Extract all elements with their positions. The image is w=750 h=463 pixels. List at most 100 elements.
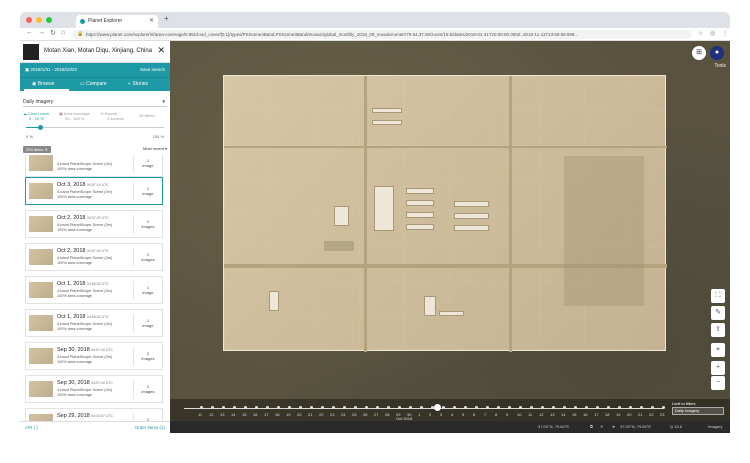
timeline-day-tick[interactable]: [651, 406, 654, 409]
timeline-day-tick[interactable]: [321, 406, 324, 409]
list-item[interactable]: Oct 2, 2018 04:57:40 UTC 4-band PlanetSco…: [25, 243, 163, 271]
window-maximize-button[interactable]: [46, 17, 52, 23]
window-close-button[interactable]: [26, 17, 32, 23]
reload-icon[interactable]: ↻: [50, 29, 56, 37]
list-item[interactable]: Oct 1, 2018 04:56:02 UTC 4-band PlanetSco…: [25, 276, 163, 304]
zoom-in-button[interactable]: +: [711, 361, 725, 375]
timeline-day-tick[interactable]: [662, 406, 665, 409]
timeline-day-tick[interactable]: [233, 406, 236, 409]
timeline-day-tick[interactable]: [332, 406, 335, 409]
timeline-day-tick[interactable]: [277, 406, 280, 409]
item-image-count[interactable]: 2images: [138, 384, 158, 394]
item-image-count[interactable]: 2images: [138, 351, 158, 361]
timeline-bar[interactable]: 11 12 13 14 15 16 17 18 19 20 21 22 23 24 25 26 27 28 29 30…: [170, 399, 730, 421]
timeline-day-tick[interactable]: [640, 406, 643, 409]
list-item[interactable]: Sep 30, 2018 04:57:40 UTC 4-band PlanetSc…: [25, 342, 163, 370]
url-bar[interactable]: 🔒 https://www.planet.com/explorer/#/area…: [72, 30, 692, 39]
timeline-day-tick[interactable]: [618, 406, 621, 409]
map-view[interactable]: ⊞ ● Tools ⛶ ✎ ⇪ ⌖ + −: [170, 41, 730, 433]
cloud-cover-slider[interactable]: [26, 125, 164, 130]
timeline-day-tick[interactable]: [519, 406, 522, 409]
timeline-day-tick[interactable]: [398, 406, 401, 409]
home-icon[interactable]: ⌂: [61, 29, 65, 36]
tab-close-icon[interactable]: ✕: [149, 15, 154, 28]
timeline-day-tick[interactable]: [508, 406, 511, 409]
grid-menu-icon[interactable]: ⊞: [692, 46, 706, 60]
timeline-day-tick[interactable]: [453, 406, 456, 409]
timeline-day-tick[interactable]: [255, 406, 258, 409]
timeline-day-tick[interactable]: [288, 406, 291, 409]
window-minimize-button[interactable]: [36, 17, 42, 23]
timeline-day-tick[interactable]: [563, 406, 566, 409]
item-image-count[interactable]: 1 image: [138, 318, 158, 328]
list-item[interactable]: Sep 29, 2018 04:42:07 UTC4-band PlanetSc…: [25, 408, 163, 421]
timeline-day-tick[interactable]: [222, 406, 225, 409]
timeline-day-tick[interactable]: [541, 406, 544, 409]
list-item[interactable]: Oct 3, 2018 04:57:19 UTC 4-band PlanetSco…: [25, 177, 163, 205]
back-icon[interactable]: ←: [26, 29, 33, 36]
menu-kebab-icon[interactable]: ⋮: [722, 30, 728, 37]
save-search-button[interactable]: Save search: [140, 67, 165, 72]
close-search-icon[interactable]: ✕: [157, 45, 165, 56]
item-image-count[interactable]: 1 image: [138, 186, 158, 196]
list-item[interactable]: 4-band PlanetScope Scene (3m) 100% area c…: [25, 155, 163, 177]
source-filter[interactable]: ⌖ Source 4 sources: [101, 111, 124, 121]
timeline-day-tick[interactable]: [376, 406, 379, 409]
date-range-bar[interactable]: ▣ 2018/1/31 - 2018/10/22 Save search: [20, 63, 170, 77]
tab-stories[interactable]: ◐ Stories: [128, 81, 148, 87]
close-coords-icon[interactable]: ✕: [600, 424, 603, 429]
browser-tab[interactable]: Planet Explorer ✕: [76, 15, 158, 28]
timeline-day-tick[interactable]: [607, 406, 610, 409]
tab-compare[interactable]: ▭ Compare: [80, 81, 107, 87]
timeline-day-tick[interactable]: [442, 406, 445, 409]
timeline-day-tick[interactable]: [354, 406, 357, 409]
timeline-day-tick[interactable]: [343, 406, 346, 409]
timeline-imagery-select[interactable]: Daily imagery: [672, 407, 724, 415]
forward-icon[interactable]: →: [38, 29, 45, 36]
item-image-count[interactable]: 2images: [138, 219, 158, 229]
item-image-count[interactable]: 1 image: [138, 158, 158, 168]
satellite-scene[interactable]: [223, 75, 667, 352]
timeline-day-tick[interactable]: [629, 406, 632, 409]
timeline-day-tick[interactable]: [211, 406, 214, 409]
timeline-day-tick[interactable]: [310, 406, 313, 409]
area-coverage-filter[interactable]: ▣ Area coverage 95 - 100 %: [59, 111, 90, 121]
results-count-badge[interactable]: 253 items ✕: [23, 146, 51, 153]
list-item[interactable]: Sep 30, 2018 04:57:40 UTC 4-band PlanetSc…: [25, 375, 163, 403]
new-tab-button[interactable]: +: [164, 14, 169, 23]
bookmark-star-icon[interactable]: ☆: [698, 30, 703, 37]
tab-browse[interactable]: ◉ Browse: [32, 81, 54, 87]
timeline-day-tick[interactable]: [365, 406, 368, 409]
timeline-day-tick[interactable]: [244, 406, 247, 409]
timeline-day-tick[interactable]: [299, 406, 302, 409]
location-pin-icon[interactable]: ⌖: [711, 343, 725, 357]
timeline-day-tick[interactable]: [200, 406, 203, 409]
timeline-day-tick[interactable]: [552, 406, 555, 409]
timeline-day-tick[interactable]: [464, 406, 467, 409]
all-filters-button[interactable]: All filters ›: [139, 113, 157, 118]
upload-icon[interactable]: ⇪: [711, 323, 725, 337]
timeline-day-tick[interactable]: [574, 406, 577, 409]
timeline-day-tick[interactable]: [497, 406, 500, 409]
slider-handle[interactable]: [38, 125, 43, 130]
timeline-handle[interactable]: [434, 404, 441, 411]
item-image-count[interactable]: 1 image: [138, 285, 158, 295]
results-list[interactable]: 4-band PlanetScope Scene (3m) 100% area c…: [23, 155, 167, 421]
timeline-day-tick[interactable]: [475, 406, 478, 409]
draw-icon[interactable]: ✎: [711, 306, 725, 320]
timeline-day-tick[interactable]: [409, 406, 412, 409]
timeline-day-tick[interactable]: [486, 406, 489, 409]
extension-icon[interactable]: ◎: [710, 30, 715, 37]
user-avatar[interactable]: ●: [710, 46, 724, 60]
timeline-day-tick[interactable]: [530, 406, 533, 409]
sort-select[interactable]: Most recent ▾: [143, 146, 167, 151]
select-area-icon[interactable]: ⛶: [711, 289, 725, 303]
timeline-day-tick[interactable]: [420, 406, 423, 409]
timeline-day-tick[interactable]: [266, 406, 269, 409]
list-item[interactable]: Oct 1, 2018 04:56:02 UTC 4-band PlanetSco…: [25, 309, 163, 337]
order-items-link[interactable]: Order items (1): [135, 425, 165, 430]
timeline-day-tick[interactable]: [585, 406, 588, 409]
item-image-count[interactable]: 2images: [138, 252, 158, 262]
timeline-day-tick[interactable]: [387, 406, 390, 409]
zoom-out-button[interactable]: −: [711, 376, 725, 390]
